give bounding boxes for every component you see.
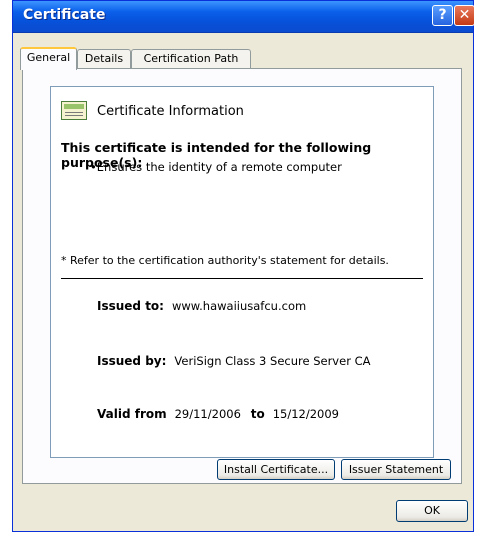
tab-details-label: Details [84,52,124,65]
window-title: Certificate [23,7,106,23]
refer-note: * Refer to the certification authority's… [61,254,389,267]
issued-to-value: www.hawaiiusafcu.com [171,299,307,313]
issuer-statement-button[interactable]: Issuer Statement [341,459,451,480]
valid-to-value: 15/12/2009 [272,407,340,421]
issued-by-value: VeriSign Class 3 Secure Server CA [174,354,371,368]
ok-button[interactable]: OK [396,500,468,522]
issued-to-row: Issued to: www.hawaiiusafcu.com [97,299,306,313]
close-icon[interactable]: ✕ [454,5,475,26]
tab-certification-path[interactable]: Certification Path [131,49,251,68]
purpose-item: •Ensures the identity of a remote comput… [90,160,342,174]
help-glyph: ? [438,7,447,23]
general-tab-panel: Certificate Information This certificate… [22,68,462,484]
valid-from-value: 29/11/2006 [174,407,241,421]
valid-row: Valid from 29/11/2006 to 15/12/2009 [97,407,339,421]
issued-by-row: Issued by: VeriSign Class 3 Secure Server… [97,354,370,368]
tab-general-label: General [26,51,71,64]
valid-from-label: Valid from [97,407,167,421]
install-certificate-label: Install Certificate... [223,463,329,476]
install-certificate-button[interactable]: Install Certificate... [217,459,335,480]
issuer-statement-label: Issuer Statement [348,463,444,476]
tab-certification-path-label: Certification Path [143,52,239,65]
title-bar[interactable]: Certificate ? ✕ [13,1,475,33]
tab-general[interactable]: General [20,47,77,70]
tab-details[interactable]: Details [77,49,131,68]
close-glyph: ✕ [458,7,471,23]
issued-by-label: Issued by: [97,354,167,368]
certificate-icon [61,101,87,120]
valid-to-label: to [250,407,265,421]
issued-to-label: Issued to: [97,299,164,313]
divider [61,278,423,279]
certificate-info-box: Certificate Information This certificate… [50,86,434,458]
info-heading: Certificate Information [97,104,244,119]
ok-label: OK [424,504,440,517]
help-icon[interactable]: ? [432,5,453,26]
